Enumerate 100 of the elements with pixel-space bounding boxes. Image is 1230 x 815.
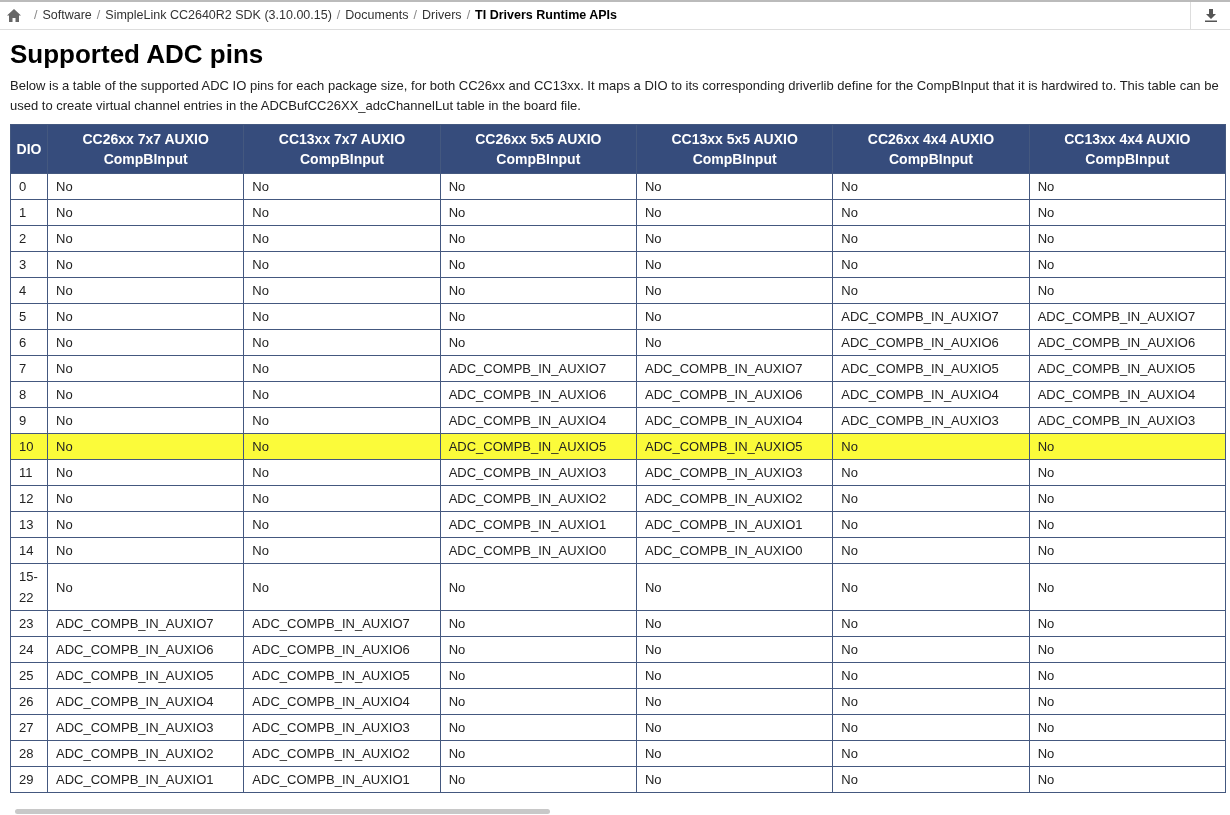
table-cell: No — [243, 485, 441, 512]
table-cell: ADC_COMPB_IN_AUXIO4 — [1029, 381, 1226, 408]
table-cell: No — [1029, 459, 1226, 486]
table-cell: No — [440, 303, 637, 330]
table-cell: No — [47, 303, 244, 330]
table-cell: No — [636, 173, 833, 200]
table-cell: 10 — [10, 433, 48, 460]
table-cell: No — [636, 766, 833, 793]
table-cell: ADC_COMPB_IN_AUXIO3 — [243, 714, 441, 741]
table-cell: No — [47, 563, 244, 611]
table-cell: No — [47, 251, 244, 278]
table-cell: No — [47, 277, 244, 304]
table-cell: No — [440, 225, 637, 252]
table-cell: No — [1029, 433, 1226, 460]
table-cell: No — [1029, 563, 1226, 611]
table-cell: 6 — [10, 329, 48, 356]
table-cell: No — [243, 251, 441, 278]
table-cell: No — [1029, 662, 1226, 689]
intro-paragraph: Below is a table of the supported ADC IO pins for each package size, for both CC26xx and CC13xx. It maps a DIO to its corresponding driverlib define for the CompBInput that it is hardwired to. This table can be used to create virtual channel entries in the ADCBufCC26XX_adcChannelLut table in the board file. — [10, 77, 1220, 115]
breadcrumb-separator: / — [96, 7, 101, 25]
table-cell: No — [47, 433, 244, 460]
download-icon[interactable] — [1204, 9, 1217, 22]
table-cell: No — [243, 173, 441, 200]
table-cell: No — [832, 688, 1030, 715]
table-cell: No — [636, 277, 833, 304]
table-cell: ADC_COMPB_IN_AUXIO1 — [47, 766, 244, 793]
table-cell: No — [47, 381, 244, 408]
table-cell: No — [636, 329, 833, 356]
table-cell: No — [636, 688, 833, 715]
table-cell: ADC_COMPB_IN_AUXIO5 — [1029, 355, 1226, 382]
table-cell: No — [636, 251, 833, 278]
table-cell: 3 — [10, 251, 48, 278]
table-cell: 5 — [10, 303, 48, 330]
breadcrumb-link[interactable]: Software — [42, 6, 92, 25]
table-cell: No — [47, 199, 244, 226]
table-cell: 11 — [10, 459, 48, 486]
table-cell: No — [47, 459, 244, 486]
table-cell: No — [832, 662, 1030, 689]
table-cell: No — [243, 381, 441, 408]
table-cell: No — [1029, 251, 1226, 278]
table-cell: No — [243, 329, 441, 356]
table-cell: ADC_COMPB_IN_AUXIO3 — [440, 459, 637, 486]
table-cell: No — [832, 433, 1030, 460]
table-cell: No — [243, 355, 441, 382]
table-cell: No — [832, 537, 1030, 564]
breadcrumb-link[interactable]: SimpleLink CC2640R2 SDK (3.10.00.15) — [105, 6, 332, 25]
table-cell: No — [832, 225, 1030, 252]
table-cell: No — [47, 329, 244, 356]
table-cell: ADC_COMPB_IN_AUXIO5 — [440, 433, 637, 460]
table-cell: No — [832, 173, 1030, 200]
table-cell: 29 — [10, 766, 48, 793]
table-cell: 15-22 — [10, 563, 48, 611]
table-cell: ADC_COMPB_IN_AUXIO2 — [440, 485, 637, 512]
table-cell: ADC_COMPB_IN_AUXIO0 — [440, 537, 637, 564]
table-cell: No — [636, 225, 833, 252]
table-cell: ADC_COMPB_IN_AUXIO2 — [243, 740, 441, 767]
table-cell: 28 — [10, 740, 48, 767]
table-cell: ADC_COMPB_IN_AUXIO6 — [1029, 329, 1226, 356]
table-cell: No — [47, 407, 244, 434]
table-cell: No — [243, 225, 441, 252]
home-icon[interactable] — [7, 9, 21, 22]
table-cell: ADC_COMPB_IN_AUXIO1 — [243, 766, 441, 793]
table-cell: No — [440, 329, 637, 356]
breadcrumb-link[interactable]: Drivers — [422, 6, 462, 25]
breadcrumb-separator: / — [34, 7, 38, 25]
table-cell: No — [440, 766, 637, 793]
table-cell: ADC_COMPB_IN_AUXIO6 — [243, 636, 441, 663]
column-header: CC26xx 7x7 AUXIO CompBInput — [47, 124, 244, 174]
table-cell: No — [1029, 485, 1226, 512]
table-cell: No — [440, 199, 637, 226]
table-cell: No — [832, 251, 1030, 278]
table-cell: No — [440, 277, 637, 304]
table-cell: 25 — [10, 662, 48, 689]
table-cell: ADC_COMPB_IN_AUXIO5 — [47, 662, 244, 689]
table-cell: ADC_COMPB_IN_AUXIO5 — [832, 355, 1030, 382]
scrollbar-thumb[interactable] — [15, 809, 550, 814]
table-cell: No — [832, 199, 1030, 226]
table-cell: 23 — [10, 610, 48, 637]
breadcrumb-separator: / — [466, 7, 471, 25]
table-cell: ADC_COMPB_IN_AUXIO6 — [636, 381, 833, 408]
table-cell: ADC_COMPB_IN_AUXIO3 — [832, 407, 1030, 434]
table-cell: 1 — [10, 199, 48, 226]
table-cell: No — [440, 173, 637, 200]
table-cell: ADC_COMPB_IN_AUXIO6 — [47, 636, 244, 663]
table-cell: No — [1029, 714, 1226, 741]
table-cell: ADC_COMPB_IN_AUXIO1 — [440, 511, 637, 538]
table-cell: No — [440, 688, 637, 715]
breadcrumb-link[interactable]: Documents — [345, 6, 409, 25]
table-cell: No — [47, 225, 244, 252]
table-cell: ADC_COMPB_IN_AUXIO6 — [832, 329, 1030, 356]
column-header: CC13xx 4x4 AUXIO CompBInput — [1029, 124, 1226, 174]
table-cell: No — [440, 610, 637, 637]
table-cell: No — [440, 563, 637, 611]
table-cell: No — [832, 714, 1030, 741]
table-cell: ADC_COMPB_IN_AUXIO2 — [47, 740, 244, 767]
table-cell: 4 — [10, 277, 48, 304]
table-cell: 27 — [10, 714, 48, 741]
table-cell: No — [636, 563, 833, 611]
table-cell: No — [832, 485, 1030, 512]
table-cell: No — [832, 740, 1030, 767]
